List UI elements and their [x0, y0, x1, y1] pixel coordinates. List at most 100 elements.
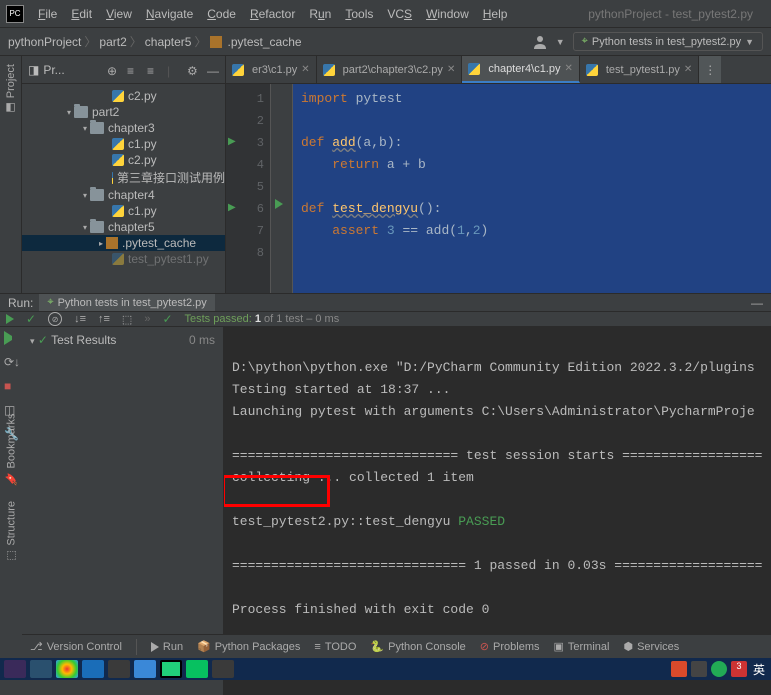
firefox-icon[interactable]: [4, 660, 26, 678]
tests-passed: Tests passed: 1 of 1 test – 0 ms: [185, 313, 340, 325]
project-tree[interactable]: c2.py ▾part2 ▾chapter3 c1.py c2.py 第三章接口…: [22, 84, 225, 293]
tab-test-pytest1[interactable]: test_pytest1.py✕: [580, 56, 699, 83]
expand-all-icon[interactable]: ≡: [127, 64, 139, 76]
tab-c1[interactable]: er3\c1.py✕: [226, 56, 317, 83]
edge-icon[interactable]: [82, 660, 104, 678]
hide-panel-icon[interactable]: —: [751, 296, 763, 310]
close-icon[interactable]: ✕: [564, 63, 572, 74]
sort-icon2[interactable]: ↑≡: [98, 313, 110, 325]
sort-icon[interactable]: ↓≡: [74, 313, 86, 325]
menu-file[interactable]: File: [32, 5, 63, 23]
tool-structure[interactable]: ⬚ Structure: [5, 501, 18, 563]
menu-tools[interactable]: Tools: [339, 5, 379, 23]
menu-window[interactable]: Window: [420, 5, 475, 23]
menu-vcs[interactable]: VCS: [381, 5, 418, 23]
folder-icon: [90, 122, 104, 134]
tray-icon[interactable]: [671, 661, 687, 677]
divider: |: [167, 64, 179, 76]
bottom-terminal[interactable]: ▣ Terminal: [553, 640, 609, 653]
menu-navigate[interactable]: Navigate: [140, 5, 199, 23]
folder-icon: [74, 106, 88, 118]
tree-chapter3[interactable]: ▾chapter3: [22, 120, 225, 136]
app2-icon[interactable]: [212, 660, 234, 678]
hide-icon[interactable]: —: [207, 64, 219, 76]
project-panel: ◨ Pr... ⊕ ≡ ≡ | ⚙ — c2.py ▾part2 ▾chapte…: [22, 56, 226, 293]
panel-title[interactable]: ◨ Pr...: [28, 63, 65, 77]
folder-icon: [90, 189, 104, 201]
python-file-icon: [112, 138, 124, 150]
close-icon[interactable]: ✕: [301, 64, 309, 75]
chrome-icon[interactable]: [56, 660, 78, 678]
run-config-selector[interactable]: ⌖ Python tests in test_pytest2.py ▼: [573, 32, 763, 51]
tree-zh[interactable]: 第三章接口测试用例: [22, 168, 225, 187]
app-icon[interactable]: [108, 660, 130, 678]
debug-icon[interactable]: ⟳↓: [4, 355, 18, 369]
crumb-cache[interactable]: .pytest_cache: [228, 35, 302, 49]
tree-c1[interactable]: c1.py: [22, 136, 225, 152]
menu-help[interactable]: Help: [477, 5, 514, 23]
rerun-icon[interactable]: [6, 314, 14, 324]
test-results-root[interactable]: ▾ ✓ Test Results 0 ms: [26, 331, 219, 349]
bottom-services[interactable]: ⬢ Services: [623, 640, 679, 653]
run-tab[interactable]: ⌖Python tests in test_pytest2.py: [39, 294, 214, 311]
tree-c2[interactable]: c2.py: [22, 88, 225, 104]
bottom-run[interactable]: Run: [151, 641, 183, 653]
tree-part2[interactable]: ▾part2: [22, 104, 225, 120]
select-opened-icon[interactable]: ⊕: [107, 64, 119, 76]
close-icon[interactable]: ✕: [447, 64, 455, 75]
tray-count[interactable]: 3: [731, 661, 747, 677]
show-failed-icon[interactable]: ⊘: [48, 312, 62, 326]
wechat-icon[interactable]: [186, 660, 208, 678]
tab-chapter4-c1[interactable]: chapter4\c1.py✕: [462, 56, 580, 83]
ime-icon[interactable]: 英: [751, 661, 767, 677]
pycharm-icon[interactable]: [160, 660, 182, 678]
tree-c1b[interactable]: c1.py: [22, 203, 225, 219]
expand-icon[interactable]: ⬚: [122, 313, 132, 326]
line-gutter[interactable]: 12 ▶3 45 ▶6 78: [226, 84, 271, 293]
run-icon[interactable]: [4, 331, 18, 345]
crumb-chapter5[interactable]: chapter5: [145, 35, 192, 49]
tray-icon2[interactable]: [691, 661, 707, 677]
python-file-icon: [232, 64, 244, 76]
crumb-project[interactable]: pythonProject: [8, 35, 81, 49]
tray-icon3[interactable]: [711, 661, 727, 677]
tree-c2b[interactable]: c2.py: [22, 152, 225, 168]
tree-cache[interactable]: ▸.pytest_cache: [22, 235, 225, 251]
menu-edit[interactable]: Edit: [65, 5, 98, 23]
python-file-icon: [112, 154, 124, 166]
show-passed-icon[interactable]: ✓: [26, 312, 36, 326]
menu-run[interactable]: Run: [303, 5, 337, 23]
marker-gutter[interactable]: [271, 84, 293, 293]
code-editor[interactable]: import pytest def add(a,b): return a + b…: [293, 84, 771, 293]
bottom-todo[interactable]: ≡ TODO: [314, 641, 356, 653]
gear-icon[interactable]: ⚙: [187, 64, 199, 76]
crumb-part2[interactable]: part2: [99, 35, 126, 49]
tool-bookmarks[interactable]: 🔖 Bookmarks: [5, 413, 18, 485]
tab-c2[interactable]: part2\chapter3\c2.py✕: [317, 56, 463, 83]
video-icon[interactable]: [134, 660, 156, 678]
stop-icon[interactable]: ■: [4, 379, 18, 393]
tree-chapter5[interactable]: ▾chapter5: [22, 219, 225, 235]
main-menu: File Edit View Navigate Code Refactor Ru…: [32, 5, 513, 23]
close-icon[interactable]: ✕: [684, 64, 692, 75]
check-icon: ✓: [162, 312, 172, 326]
pycharm-logo-icon: PC: [6, 5, 24, 23]
tree-tp1[interactable]: test_pytest1.py: [22, 251, 225, 267]
python-file-icon: [323, 64, 335, 76]
cache-folder-icon: [106, 237, 118, 249]
bottom-pp[interactable]: 📦 Python Packages: [197, 640, 300, 653]
tree-chapter4[interactable]: ▾chapter4: [22, 187, 225, 203]
user-icon[interactable]: [532, 34, 548, 50]
editor-tabs: er3\c1.py✕ part2\chapter3\c2.py✕ chapter…: [226, 56, 771, 84]
tool-project[interactable]: ◨ Project: [4, 64, 17, 114]
collapse-all-icon[interactable]: ≡: [147, 64, 159, 76]
explorer-icon[interactable]: [30, 660, 52, 678]
bottom-problems[interactable]: ⊘ Problems: [480, 640, 540, 653]
more-tabs-icon[interactable]: ⋮: [699, 56, 721, 83]
python-file-icon: [112, 205, 124, 217]
bottom-pc[interactable]: 🐍 Python Console: [370, 640, 465, 653]
menu-refactor[interactable]: Refactor: [244, 5, 301, 23]
bottom-vc[interactable]: ⎇ Version Control: [30, 640, 122, 653]
menu-code[interactable]: Code: [201, 5, 242, 23]
menu-view[interactable]: View: [100, 5, 138, 23]
